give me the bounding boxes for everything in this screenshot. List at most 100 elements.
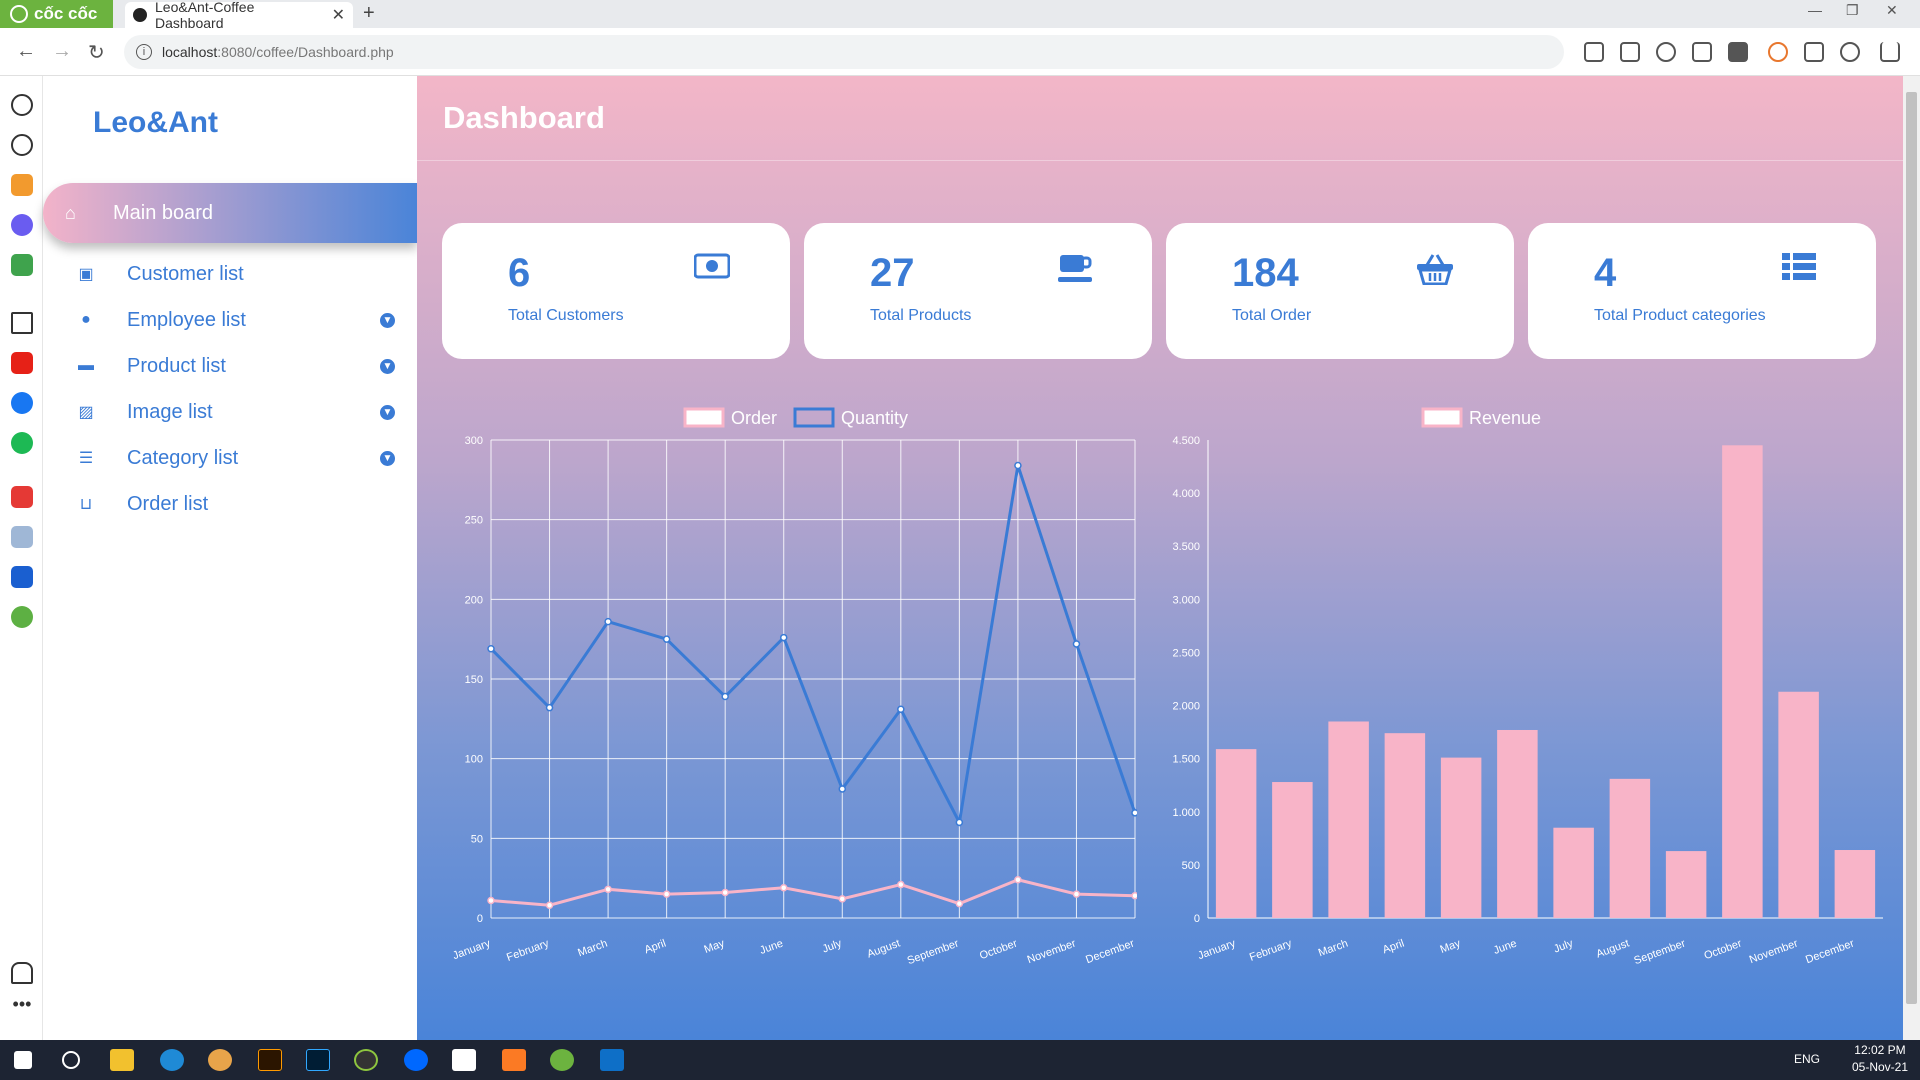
bar [1440,757,1482,918]
facebook-icon[interactable] [11,392,33,414]
puzzle-icon[interactable] [1804,42,1824,62]
browser-tab[interactable]: Leo&Ant-Coffee Dashboard ✕ [125,0,353,31]
back-icon[interactable]: ← [16,40,36,63]
history-icon[interactable] [11,134,33,156]
reload-icon[interactable]: ↻ [88,40,105,65]
image-icon: ▨ [78,404,94,421]
puzzle-app-icon[interactable] [452,1049,476,1071]
info-icon[interactable]: i [136,44,152,60]
series-line [490,878,1136,907]
new-tab-icon[interactable]: + [363,2,375,25]
photoshop-icon[interactable] [306,1049,330,1071]
app-icon[interactable] [354,1049,378,1071]
stat-value: 184 [1232,251,1299,295]
sale-icon[interactable] [11,566,33,588]
browser-logo-icon [10,5,28,23]
data-point [1072,640,1081,648]
sidebar-item-category-list[interactable]: ☰ Category list ▼ [43,438,417,478]
browser-side-strip: ••• [0,76,43,1040]
xampp-icon[interactable] [502,1049,526,1071]
coffee-icon: ▬ [78,357,94,374]
green-app-icon[interactable] [11,606,33,628]
gamepad-icon[interactable] [11,254,33,276]
x-tick-label: August [866,938,902,961]
close-window-icon[interactable]: ✕ [1886,2,1898,19]
x-tick-label: March [576,938,609,960]
stat-card-products[interactable]: 27 Total Products [804,223,1152,359]
stat-card-orders[interactable]: 184 Total Order [1166,223,1514,359]
translate-icon[interactable] [1620,42,1640,62]
vscode-icon[interactable] [600,1049,624,1071]
chevron-down-icon[interactable]: ▼ [380,450,395,466]
avatar-app-icon[interactable] [11,526,33,548]
stat-value: 6 [508,251,531,295]
windows-start-icon[interactable] [14,1051,32,1069]
data-point [545,703,554,712]
x-tick-label: December [1804,937,1856,966]
minimize-icon[interactable]: — [1808,2,1822,18]
stat-label: Total Product categories [1594,307,1766,324]
address-bar-row: ← → ↻ i localhost:8080/coffee/Dashboard.… [0,28,1920,76]
sidebar-item-customer-list[interactable]: ▣ Customer list [43,254,417,294]
chevron-down-icon[interactable]: ▼ [380,312,395,328]
stat-card-customers[interactable]: 6 Total Customers [442,223,790,359]
x-tick-label: February [1248,937,1294,964]
page-scrollbar[interactable] [1903,76,1920,1040]
tab-close-icon[interactable]: ✕ [332,5,345,25]
sidebar-item-image-list[interactable]: ▨ Image list ▼ [43,392,417,432]
sidebar-item-product-list[interactable]: ▬ Product list ▼ [43,346,417,386]
scrollbar-thumb[interactable] [1906,92,1917,1004]
more-icon[interactable]: ••• [11,995,33,1013]
y-tick-label: 4.500 [1172,435,1200,447]
youtube-icon[interactable] [11,352,33,374]
system-tray-language[interactable]: ENG [1794,1052,1820,1066]
spotify-icon[interactable] [11,432,33,454]
extension-circle-icon[interactable] [1768,42,1788,62]
chevron-down-icon[interactable]: ▼ [380,404,395,420]
crown-icon[interactable] [11,174,33,196]
download-box-icon[interactable] [1728,42,1748,62]
file-explorer-icon[interactable] [110,1049,134,1071]
app-logo[interactable]: Leo&Ant [93,106,218,140]
header-divider [417,160,1903,161]
users-icon: ● [81,311,91,328]
url-field[interactable]: i localhost:8080/coffee/Dashboard.php [124,35,1564,69]
y-tick-label: 100 [465,754,483,766]
shop-icon[interactable] [11,486,33,508]
data-point [721,692,729,701]
coccoc-taskbar-icon[interactable] [208,1049,232,1071]
x-tick-label: February [505,937,551,964]
add-icon[interactable] [11,312,33,334]
y-tick-label: 300 [465,435,483,447]
browser-brand[interactable]: cốc cốc [0,0,113,28]
forward-icon[interactable]: → [52,40,72,63]
sidebar-item-main-board[interactable]: ⌂ Main board [43,183,417,243]
stat-label: Total Products [870,307,972,324]
chevron-down-icon[interactable]: ▼ [380,358,395,374]
stat-card-categories[interactable]: 4 Total Product categories [1528,223,1876,359]
data-point [1014,461,1022,470]
download-icon[interactable] [1880,42,1900,62]
home-icon: ⌂ [65,202,76,223]
illustrator-icon[interactable] [258,1049,282,1071]
search-icon[interactable] [62,1051,80,1069]
profile-icon[interactable] [1840,42,1860,62]
data-point [604,885,612,894]
shield-icon[interactable] [1692,42,1712,62]
messenger-icon[interactable] [11,214,33,236]
taskbar-clock[interactable]: 12:02 PM 05-Nov-21 [1852,1042,1908,1076]
qr-icon[interactable] [1584,42,1604,62]
stat-value: 27 [870,251,915,295]
star-icon[interactable] [1656,42,1676,62]
sidebar-item-employee-list[interactable]: ● Employee list ▼ [43,300,417,340]
legend-label: Quantity [841,408,908,428]
coccoc-app-icon[interactable] [550,1049,574,1071]
bar [1834,850,1876,918]
bar [1328,721,1369,918]
notification-bell-icon[interactable] [11,962,33,984]
settings-icon[interactable] [11,94,33,116]
sidebar-item-order-list[interactable]: ⊔ Order list [43,484,417,524]
edge-icon[interactable] [160,1049,184,1071]
restore-icon[interactable]: ❐ [1846,2,1859,19]
zalo-icon[interactable] [404,1049,428,1071]
